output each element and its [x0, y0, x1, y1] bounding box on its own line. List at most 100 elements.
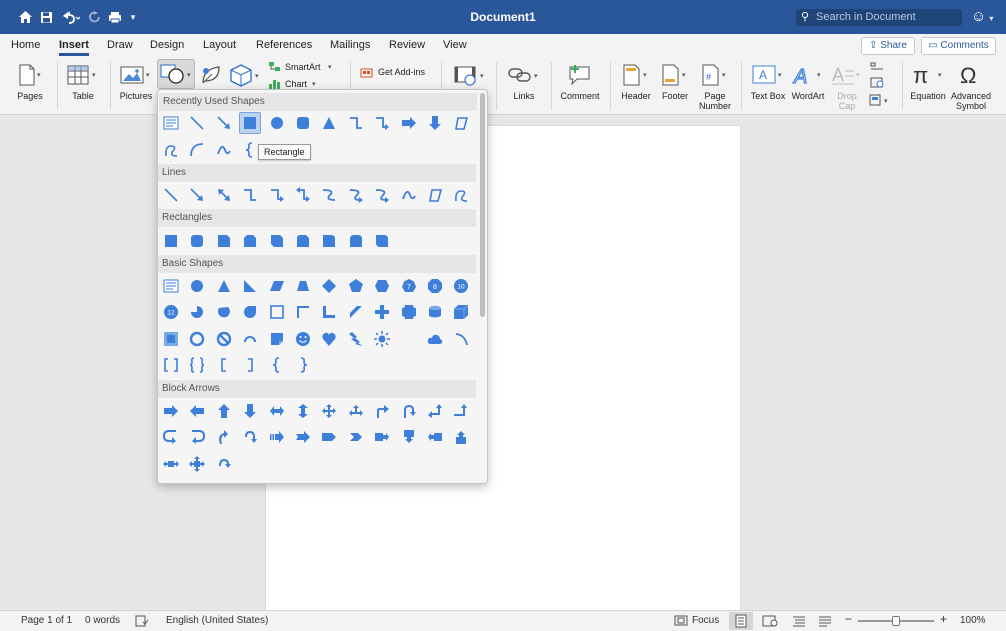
- left-brace-shape-icon[interactable]: [266, 354, 288, 376]
- freeform-shape-icon[interactable]: [450, 112, 472, 134]
- bent-up-arrow-shape-icon[interactable]: [450, 400, 472, 422]
- curve-shape-icon[interactable]: [398, 184, 420, 206]
- arrow-line-shape-icon[interactable]: [213, 112, 235, 134]
- comment-button[interactable]: Comment: [560, 58, 600, 115]
- up-arrow-shape-icon[interactable]: [213, 400, 235, 422]
- heptagon-shape-icon[interactable]: [398, 275, 420, 297]
- left-right-arrow-callout-shape-icon[interactable]: [160, 453, 182, 475]
- snip-diagonal-shape-icon[interactable]: [266, 230, 288, 252]
- arc-shape-icon[interactable]: [186, 139, 208, 161]
- decagon-shape-icon[interactable]: [450, 275, 472, 297]
- header-button[interactable]: ▾ Header: [618, 58, 654, 115]
- quad-arrow-shape-icon[interactable]: [318, 400, 340, 422]
- cube-shape-icon[interactable]: [450, 301, 472, 323]
- outline-view-icon[interactable]: [792, 615, 806, 630]
- elbow-arrow-connector-shape-icon[interactable]: [266, 184, 288, 206]
- can-shape-icon[interactable]: [424, 301, 446, 323]
- zoom-in-icon[interactable]: +: [940, 612, 947, 626]
- tab-design[interactable]: Design: [150, 39, 184, 51]
- left-bracket-shape-icon[interactable]: [213, 354, 235, 376]
- tab-references[interactable]: References: [256, 39, 312, 51]
- snip-same-side-shape-icon[interactable]: [239, 230, 261, 252]
- no-symbol-shape-icon[interactable]: [213, 328, 235, 350]
- curved-left-arrow-shape-icon[interactable]: [186, 426, 208, 448]
- pentagon-shape-icon[interactable]: [345, 275, 367, 297]
- lightning-bolt-shape-icon[interactable]: [345, 328, 367, 350]
- octagon-shape-icon[interactable]: [424, 275, 446, 297]
- zoom-level[interactable]: 100%: [960, 615, 986, 626]
- left-right-arrow-shape-icon[interactable]: [266, 400, 288, 422]
- up-down-arrow-shape-icon[interactable]: [292, 400, 314, 422]
- focus-icon[interactable]: [674, 615, 688, 629]
- object-button[interactable]: ▾: [866, 94, 894, 108]
- drop-cap-button[interactable]: A ▾ Drop Cap: [829, 58, 865, 115]
- tab-draw[interactable]: Draw: [107, 39, 133, 51]
- right-brace-shape-icon[interactable]: [292, 354, 314, 376]
- heart-shape-icon[interactable]: [318, 328, 340, 350]
- left-up-arrow-shape-icon[interactable]: [424, 400, 446, 422]
- teardrop-shape-icon[interactable]: [239, 301, 261, 323]
- triangle-shape-icon[interactable]: [318, 112, 340, 134]
- tab-view[interactable]: View: [443, 39, 467, 51]
- plaque-shape-icon[interactable]: [398, 301, 420, 323]
- scribble-shape-icon[interactable]: [450, 184, 472, 206]
- hexagon-shape-icon[interactable]: [371, 275, 393, 297]
- l-shape-shape-icon[interactable]: [318, 301, 340, 323]
- proofing-icon[interactable]: [135, 615, 149, 630]
- rectangle-shape-icon[interactable]: [239, 112, 262, 134]
- equation-button[interactable]: π ▾ Equation: [910, 58, 946, 115]
- rounded-rectangle-shape-icon[interactable]: [292, 112, 314, 134]
- circular-arrow-shape-icon[interactable]: [213, 453, 235, 475]
- pie-shape-icon[interactable]: [186, 301, 208, 323]
- web-layout-view-icon[interactable]: [762, 615, 778, 630]
- tab-insert[interactable]: Insert: [59, 39, 89, 56]
- rectangle-shape-icon[interactable]: [160, 230, 182, 252]
- arc-shape-icon[interactable]: [450, 328, 472, 350]
- focus-button[interactable]: Focus: [692, 615, 719, 626]
- page-count[interactable]: Page 1 of 1: [21, 615, 72, 626]
- text-box-shape-icon[interactable]: [160, 112, 182, 134]
- draft-view-icon[interactable]: [818, 615, 832, 630]
- comments-button[interactable]: ▭ Comments: [921, 37, 996, 55]
- curved-arrow-connector-shape-icon[interactable]: [345, 184, 367, 206]
- zoom-slider-handle[interactable]: [892, 616, 900, 626]
- curved-double-arrow-connector-shape-icon[interactable]: [371, 184, 393, 206]
- pictures-button[interactable]: ▾ Pictures: [118, 58, 154, 115]
- word-count[interactable]: 0 words: [85, 615, 120, 626]
- u-turn-arrow-shape-icon[interactable]: [398, 400, 420, 422]
- double-brace-shape-icon[interactable]: [186, 354, 208, 376]
- arrow-line-shape-icon[interactable]: [186, 184, 208, 206]
- tab-layout[interactable]: Layout: [203, 39, 236, 51]
- advanced-symbol-button[interactable]: Ω Advanced Symbol: [951, 58, 991, 115]
- right-arrow-shape-icon[interactable]: [160, 400, 182, 422]
- feedback-smiley-icon[interactable]: ☺ ▾: [971, 8, 1001, 26]
- dodecagon-shape-icon[interactable]: [160, 301, 182, 323]
- right-arrow-shape-icon[interactable]: [398, 112, 420, 134]
- elbow-connector-shape-icon[interactable]: [239, 184, 261, 206]
- parallelogram-shape-icon[interactable]: [266, 275, 288, 297]
- round-same-side-shape-icon[interactable]: [345, 230, 367, 252]
- sun-shape-icon[interactable]: [371, 328, 393, 350]
- smartart-button[interactable]: SmartArt: [268, 61, 328, 77]
- curved-right-arrow-shape-icon[interactable]: [160, 426, 182, 448]
- zoom-out-icon[interactable]: −: [845, 612, 852, 626]
- diamond-shape-icon[interactable]: [318, 275, 340, 297]
- frame-shape-icon[interactable]: [266, 301, 288, 323]
- chevron-shape-icon[interactable]: [345, 426, 367, 448]
- shapes-button[interactable]: ▾: [157, 59, 195, 89]
- rounded-rectangle-shape-icon[interactable]: [186, 230, 208, 252]
- wave-shape-icon[interactable]: [213, 139, 235, 161]
- striped-right-arrow-shape-icon[interactable]: [266, 426, 288, 448]
- down-arrow-shape-icon[interactable]: [239, 400, 261, 422]
- signature-line-button[interactable]: [866, 60, 888, 74]
- line-shape-icon[interactable]: [186, 112, 208, 134]
- down-arrow-callout-shape-icon[interactable]: [398, 426, 420, 448]
- diagonal-stripe-shape-icon[interactable]: [345, 301, 367, 323]
- quad-arrow-callout-shape-icon[interactable]: [186, 453, 208, 475]
- smartart-dropdown[interactable]: ▾: [328, 61, 342, 77]
- chord-shape-icon[interactable]: [213, 301, 235, 323]
- print-layout-view-icon[interactable]: [729, 612, 753, 630]
- block-arc-shape-icon[interactable]: [239, 328, 261, 350]
- elbow-connector-shape-icon[interactable]: [345, 112, 367, 134]
- date-time-button[interactable]: [866, 76, 888, 90]
